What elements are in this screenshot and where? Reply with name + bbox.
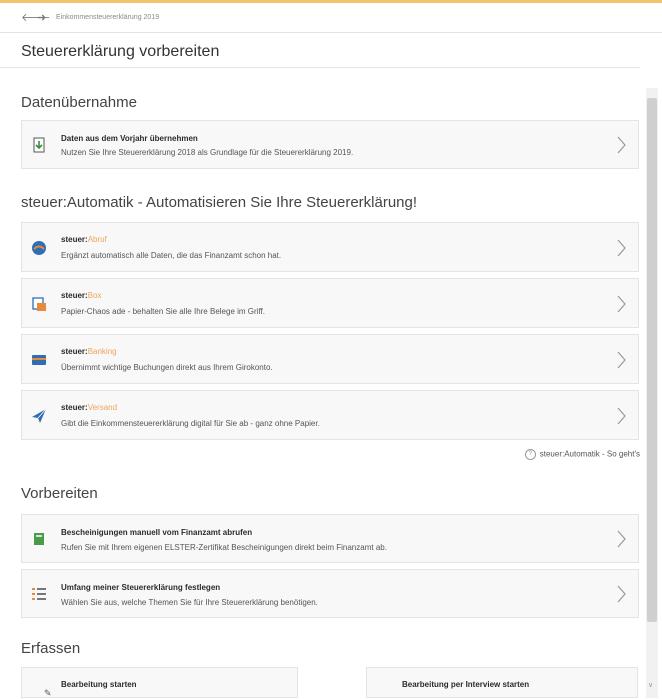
breadcrumb[interactable]: Einkommensteuererklärung 2019 [56,14,159,21]
chevron-right-icon [617,239,626,257]
card-umfang-festlegen[interactable]: Umfang meiner Steuererklärung festlegen … [21,569,639,618]
card-description: Gibt die Einkommensteuererklärung digita… [61,419,320,428]
card-steuer-box[interactable]: steuer:Box Papier-Chaos ade - behalten S… [21,278,639,328]
card-steuer-banking[interactable]: steuer:Banking Übernimmt wichtige Buchun… [21,334,639,384]
card-bescheinigungen-abrufen[interactable]: Bescheinigungen manuell vom Finanzamt ab… [21,514,639,563]
card-vorjahr-uebernehmen[interactable]: Daten aus dem Vorjahr übernehmen Nutzen … [21,120,639,169]
section-title-automatik: steuer:Automatik - Automatisieren Sie Ih… [21,194,418,211]
card-title: Daten aus dem Vorjahr übernehmen [61,134,198,143]
card-title: steuer:Banking [61,347,117,356]
receipt-box-icon [31,296,47,312]
card-description: Ergänzt automatisch alle Daten, die das … [61,251,282,260]
card-description: Wählen Sie aus, welche Themen Sie für Ih… [61,598,318,607]
card-title: steuer:Box [61,291,102,300]
help-icon: ? [524,449,536,460]
chevron-right-icon [617,351,626,369]
section-title-erfassen: Erfassen [21,640,81,657]
list-icon [31,586,47,602]
top-bar: 🡐 ➜ Einkommensteuererklärung 2019 [0,0,662,33]
paper-plane-icon [31,408,47,424]
card-description: Rufen Sie mit Ihrem eigenen ELSTER-Zerti… [61,543,387,552]
scrollbar-thumb[interactable] [647,98,657,622]
button-label: Bearbeitung per Interview starten [402,680,530,689]
card-title: Umfang meiner Steuererklärung festlegen [61,583,221,592]
interview-starten-button[interactable]: Bearbeitung per Interview starten [366,667,638,698]
chevron-right-icon [617,136,626,154]
section-title-datenuebernahme: Datenübernahme [21,94,137,111]
pencil-icon: ✎ [44,688,52,698]
card-description: Übernimmt wichtige Buchungen direkt aus … [61,363,273,372]
card-steuer-abruf[interactable]: steuer:Abruf Ergänzt automatisch alle Da… [21,222,639,272]
page-title: Steuererklärung vorbereiten [21,43,220,60]
globe-download-icon [31,240,47,256]
top-accent-line [0,0,662,3]
card-title: steuer:Abruf [61,235,107,244]
chevron-right-icon [617,407,626,425]
button-label: Bearbeitung starten [61,680,137,689]
card-title: steuer:Versand [61,403,118,412]
chevron-right-icon [617,530,626,548]
card-description: Papier-Chaos ade - behalten Sie alle Ihr… [61,307,265,316]
automatik-help-link[interactable]: ? steuer:Automatik - So geht's [524,449,640,460]
forward-arrow-icon[interactable]: ➜ [37,13,46,24]
document-import-icon [31,137,47,153]
title-divider [0,67,640,68]
card-description: Nutzen Sie Ihre Steuererklärung 2018 als… [61,148,354,157]
section-title-vorbereiten: Vorbereiten [21,485,98,502]
chevron-right-icon [617,585,626,603]
scroll-down-icon[interactable]: ∨ [648,681,653,689]
bearbeitung-starten-button[interactable]: ✎ Bearbeitung starten [21,667,298,698]
certificate-icon [31,531,47,547]
card-title: Bescheinigungen manuell vom Finanzamt ab… [61,528,253,537]
card-steuer-versand[interactable]: steuer:Versand Gibt die Einkommensteuere… [21,390,639,440]
chevron-right-icon [617,295,626,313]
bank-card-icon [31,352,47,368]
